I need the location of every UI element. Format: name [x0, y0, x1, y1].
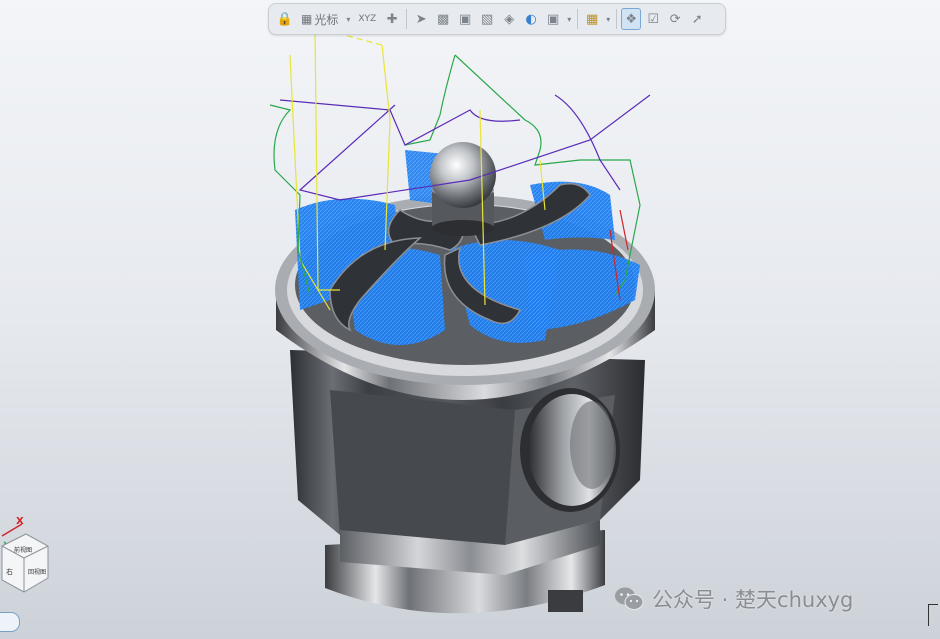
- viewcube-face-right: 回视图: [28, 568, 46, 576]
- filter-icon[interactable]: ▦: [582, 8, 602, 30]
- pointer-icon[interactable]: ➚: [687, 8, 707, 30]
- layers-icon[interactable]: ❖: [621, 8, 642, 30]
- cursor-mode-label: 光标: [314, 12, 339, 27]
- rotate-view-icon[interactable]: ⟳: [665, 8, 685, 30]
- nav-arrow-button[interactable]: [0, 612, 20, 632]
- toolbar-divider: [577, 9, 579, 29]
- axis-x-label: X: [16, 516, 24, 527]
- view-iso-icon[interactable]: ◈: [499, 8, 519, 30]
- xyz-axis-icon[interactable]: XYZ: [354, 8, 380, 30]
- box-select-icon[interactable]: ▣: [543, 8, 563, 30]
- viewcube-face-top: 前视图: [14, 546, 32, 554]
- add-point-icon[interactable]: ✚: [382, 8, 402, 30]
- toolbar-divider: [406, 9, 408, 29]
- cursor-mode-icon: ▦: [301, 12, 313, 26]
- view-front-icon[interactable]: ▣: [455, 8, 475, 30]
- check-select-icon[interactable]: ☑: [643, 8, 663, 30]
- toolbar-divider: [616, 9, 618, 29]
- wechat-icon: [615, 587, 644, 610]
- chevron-down-icon[interactable]: ▾: [604, 15, 612, 24]
- color-wheel-icon[interactable]: ◐: [521, 8, 541, 30]
- view-shaded-icon[interactable]: ▩: [433, 8, 453, 30]
- view-toolbar: 🔒 ▦ 光标 ▾ XYZ ✚ ➤ ▩ ▣ ▧ ◈ ◐ ▣ ▾ ▦ ▾ ❖ ☑ ⟳…: [268, 3, 726, 35]
- xyz-label: XYZ: [358, 14, 377, 24]
- view-cube[interactable]: X Y 前视图 右 回视图: [0, 508, 56, 608]
- viewcube-face-left: 右: [6, 567, 13, 576]
- cursor-mode-button[interactable]: ▦ 光标: [297, 8, 342, 30]
- select-arrow-icon[interactable]: ➤: [411, 8, 431, 30]
- cad-viewport[interactable]: [0, 0, 940, 639]
- view-box-icon[interactable]: ▧: [477, 8, 497, 30]
- chevron-down-icon[interactable]: ▾: [565, 15, 573, 24]
- resize-handle[interactable]: [928, 604, 938, 626]
- watermark: 公众号 · 楚天chuxyg: [614, 583, 853, 615]
- lock-icon[interactable]: 🔒: [275, 8, 295, 30]
- watermark-text: 公众号 · 楚天chuxyg: [652, 588, 854, 612]
- part-ball-tip: [430, 142, 496, 236]
- chevron-down-icon[interactable]: ▾: [344, 15, 352, 24]
